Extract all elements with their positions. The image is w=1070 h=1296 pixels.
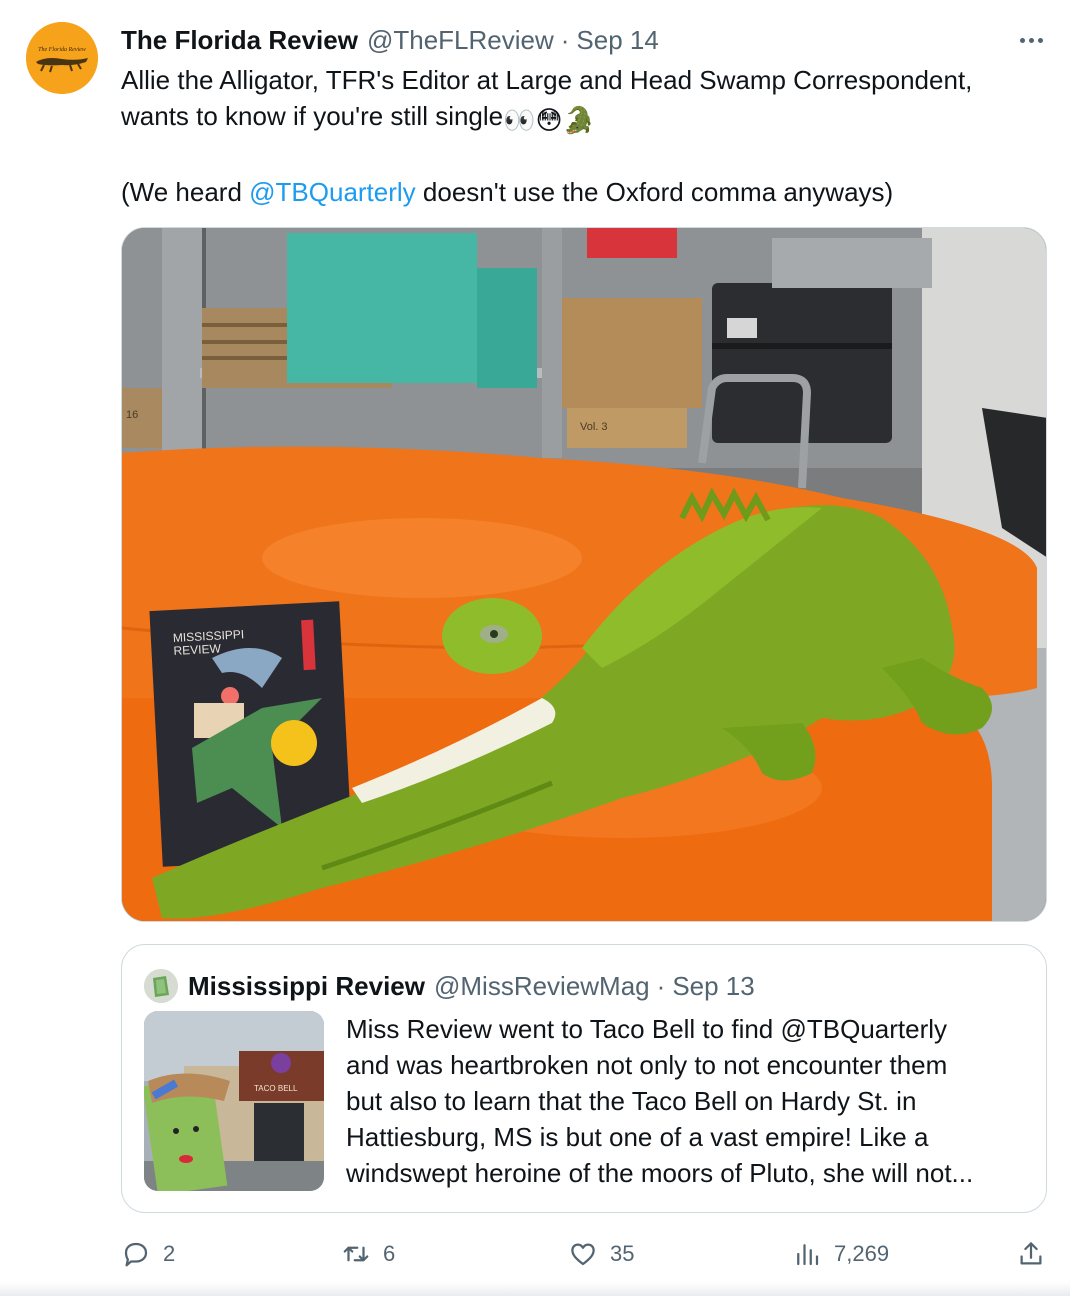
emoji-group: 👀😳🐊 [503,105,595,135]
alligator-photo: Vol. 3 16 MISSISSIPPI REVIEW [122,228,1046,921]
share-icon [1020,1242,1042,1265]
quoted-tweet-text: Miss Review went to Taco Bell to find @T… [346,1011,1036,1191]
tweet-text-line: (We heard @TBQuarterly doesn't use the O… [121,174,1041,210]
views-icon [797,1244,819,1266]
author-name[interactable]: The Florida Review [121,25,358,56]
views-button[interactable]: 7,269 [792,1226,889,1282]
quoted-author-avatar[interactable] [144,969,178,1003]
tweet-text-segment: doesn't use the Oxford comma anyways) [415,177,894,207]
tweet-photo[interactable]: Vol. 3 16 MISSISSIPPI REVIEW [121,227,1047,922]
quoted-text-line: windswept heroine of the moors of Pluto,… [346,1158,974,1188]
retweet-count: 6 [383,1241,396,1266]
action-bar: 2 6 35 7,269 [0,1226,1070,1282]
quoted-tweet[interactable]: Mississippi Review @MissReviewMag · Sep … [121,944,1047,1213]
bottom-edge [0,1282,1070,1296]
separator-dot: · [560,24,570,55]
retweet-icon [343,1246,369,1262]
tweet-text-line: wants to know if you're still single👀😳🐊 [121,98,1041,138]
tweet-text-segment: (We heard [121,177,250,207]
mississippi-review-logo [144,969,178,1003]
more-icon[interactable] [1010,22,1052,58]
taco-bell-photo: TACO BELL [144,1011,324,1191]
tweet-text-segment: wants to know if you're still single [121,101,504,131]
quoted-text-line: and was heartbroken not only to not enco… [346,1050,948,1080]
book-title: REVIEW [173,641,222,657]
reply-icon [124,1242,148,1267]
quoted-tweet-header: Mississippi Review @MissReviewMag · Sep … [144,969,755,1003]
svg-text:The Florida Review: The Florida Review [38,47,86,53]
reply-button[interactable]: 2 [121,1226,175,1282]
quoted-tweet-thumbnail[interactable]: TACO BELL [144,1011,324,1191]
tweet-text: Allie the Alligator, TFR's Editor at Lar… [121,62,1041,210]
florida-review-logo: The Florida Review [26,22,98,94]
like-count: 35 [610,1241,635,1266]
quoted-author-name[interactable]: Mississippi Review [188,971,425,1002]
reply-count: 2 [163,1241,176,1266]
author-avatar[interactable]: The Florida Review [26,22,98,94]
box-label: 16 [126,409,138,421]
mention-link[interactable]: @TBQuarterly [249,177,416,207]
quoted-text-line: Miss Review went to Taco Bell to find @T… [346,1014,948,1044]
tweet-date[interactable]: Sep 14 [576,25,658,56]
quoted-tweet-date[interactable]: Sep 13 [672,971,754,1002]
separator-dot: · [656,970,666,1001]
like-button[interactable]: 35 [568,1226,634,1282]
author-handle[interactable]: @TheFLReview [367,25,554,56]
taco-bell-sign: TACO BELL [254,1084,298,1093]
share-button[interactable] [1016,1226,1046,1282]
retweet-button[interactable]: 6 [341,1226,395,1282]
quoted-text-line: but also to learn that the Taco Bell on … [346,1086,917,1116]
quoted-text-line: Hattiesburg, MS is but one of a vast emp… [346,1122,929,1152]
tweet-text-line: Allie the Alligator, TFR's Editor at Lar… [121,65,973,95]
box-label: Vol. 3 [580,421,608,433]
tweet-header: The Florida Review @TheFLReview · Sep 14 [121,24,659,56]
quoted-author-handle[interactable]: @MissReviewMag [434,971,650,1002]
like-icon [571,1243,595,1266]
view-count: 7,269 [834,1241,890,1266]
